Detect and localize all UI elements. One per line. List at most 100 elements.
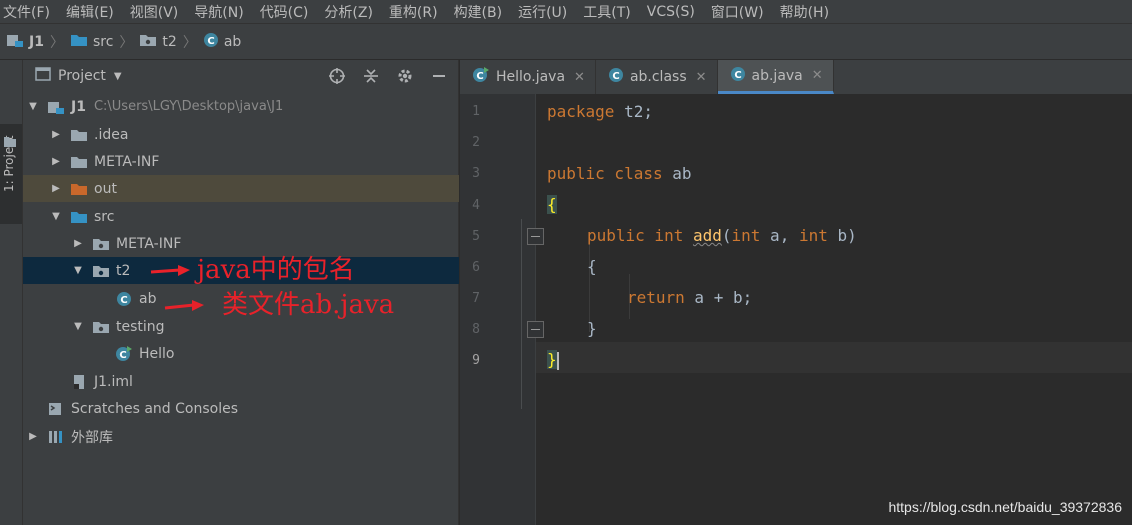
line-number: 8: [472, 322, 480, 337]
project-view-icon: [35, 67, 51, 85]
collapse-all-icon[interactable]: [361, 66, 381, 86]
menu-help[interactable]: 帮助(H): [780, 2, 829, 22]
hide-panel-icon[interactable]: [429, 66, 449, 86]
code-line-3: public class ab: [547, 164, 692, 183]
annotation-package-note: java中的包名: [197, 255, 355, 285]
collapsed-arrow-icon[interactable]: ▶: [50, 156, 62, 167]
code-text: {: [587, 257, 597, 276]
tree-item-label: testing: [116, 318, 165, 335]
tab-hello-java[interactable]: C Hello.java ✕: [460, 60, 596, 94]
expanded-arrow-icon[interactable]: ▼: [27, 101, 39, 112]
code-line-4: {: [547, 195, 557, 214]
tree-item-root[interactable]: ▼ J1 C:\Users\LGY\Desktop\java\J1: [23, 93, 459, 120]
matched-brace: }: [547, 350, 557, 369]
tab-label: Hello.java: [496, 69, 566, 85]
close-icon[interactable]: ✕: [574, 70, 585, 85]
collapsed-arrow-icon[interactable]: ▶: [50, 129, 62, 140]
tree-item-out[interactable]: ▶ out: [23, 175, 459, 202]
menu-view[interactable]: 视图(V): [130, 2, 179, 22]
svg-text:C: C: [612, 71, 619, 82]
collapsed-arrow-icon[interactable]: ▶: [72, 238, 84, 249]
menu-build[interactable]: 构建(B): [454, 2, 503, 22]
svg-text:C: C: [476, 71, 483, 82]
code-area[interactable]: package t2; public class ab { public int…: [536, 94, 1132, 525]
close-icon[interactable]: ✕: [696, 70, 707, 85]
menu-refactor[interactable]: 重构(R): [389, 2, 438, 22]
tree-item-label: META-INF: [94, 153, 160, 170]
tree-item-label: META-INF: [116, 235, 182, 252]
keyword: int: [798, 226, 828, 245]
folder-icon: [70, 154, 88, 170]
menu-code[interactable]: 代码(C): [260, 2, 309, 22]
chevron-down-icon[interactable]: ▼: [114, 71, 122, 82]
project-view-title[interactable]: Project: [58, 68, 106, 84]
code-line-8: }: [587, 319, 597, 338]
gear-icon[interactable]: [395, 66, 415, 86]
menu-edit[interactable]: 编辑(E): [66, 2, 114, 22]
tree-item-label: J1.iml: [94, 373, 133, 390]
fold-guide: [521, 219, 522, 409]
iml-file-icon: [70, 374, 88, 390]
runnable-class-icon: C: [115, 345, 133, 362]
expanded-arrow-icon[interactable]: ▼: [72, 321, 84, 332]
tree-item-label: 外部库: [71, 429, 113, 446]
line-number: 6: [472, 260, 480, 275]
tree-item-iml[interactable]: J1.iml: [23, 368, 459, 395]
class-icon: C: [203, 32, 219, 52]
current-line-highlight: [536, 342, 1132, 373]
tool-window-strip: 1: Project: [0, 60, 23, 525]
tab-ab-java[interactable]: C ab.java ✕: [717, 60, 834, 94]
collapsed-arrow-icon[interactable]: ▶: [27, 431, 39, 442]
line-number: 7: [472, 291, 480, 306]
menu-window[interactable]: 窗口(W): [711, 2, 764, 22]
tree-item-label: t2: [116, 262, 131, 279]
menu-tools[interactable]: 工具(T): [583, 2, 630, 22]
runnable-class-icon: C: [472, 67, 490, 87]
tree-item-idea[interactable]: ▶ .idea: [23, 121, 459, 148]
annotation-class-note: 类文件ab.java: [222, 290, 395, 320]
breadcrumb-package[interactable]: 〉 t2: [113, 32, 176, 52]
close-icon[interactable]: ✕: [812, 68, 823, 83]
menu-navigate[interactable]: 导航(N): [194, 2, 243, 22]
code-line-7: return a + b;: [627, 288, 752, 307]
tab-ab-class[interactable]: C ab.class ✕: [596, 60, 718, 94]
module-icon: [47, 99, 65, 115]
tree-item-label: out: [94, 180, 117, 197]
svg-text:C: C: [119, 350, 126, 361]
code-text: }: [587, 319, 597, 338]
line-number: 4: [472, 198, 480, 213]
package-icon: [139, 33, 157, 51]
package-icon: [92, 319, 110, 335]
tree-item-hello[interactable]: C Hello: [23, 340, 459, 367]
project-panel-header: Project ▼: [23, 60, 459, 92]
keyword: int: [731, 226, 761, 245]
tree-item-meta-inf[interactable]: ▶ META-INF: [23, 148, 459, 175]
menu-file[interactable]: 文件(F): [3, 2, 50, 22]
folder-icon: [70, 127, 88, 143]
tree-item-external-libraries[interactable]: ▶ 外部库: [23, 423, 459, 450]
text-caret: [556, 351, 559, 370]
code-text: (: [721, 226, 732, 245]
locate-icon[interactable]: [327, 66, 347, 86]
collapsed-arrow-icon[interactable]: ▶: [50, 183, 62, 194]
tree-item-label: .idea: [94, 126, 129, 143]
breadcrumb-project[interactable]: J1: [6, 32, 44, 52]
keyword: public int: [587, 226, 684, 245]
svg-text:C: C: [120, 295, 127, 306]
library-icon: [47, 429, 65, 445]
line-number: 9: [472, 353, 480, 368]
tree-root-label: J1: [71, 98, 86, 115]
menu-analyze[interactable]: 分析(Z): [324, 2, 373, 22]
expanded-arrow-icon[interactable]: ▼: [50, 211, 62, 222]
expanded-arrow-icon[interactable]: ▼: [72, 265, 84, 276]
class-icon: C: [730, 66, 746, 86]
breadcrumb-src[interactable]: 〉 src: [44, 32, 113, 52]
breadcrumb-src-label: src: [92, 33, 114, 50]
menu-vcs[interactable]: VCS(S): [647, 4, 695, 20]
code-text: a + b;: [684, 288, 753, 307]
breadcrumb-file[interactable]: 〉 C ab: [177, 32, 241, 52]
menu-run[interactable]: 运行(U): [518, 2, 567, 22]
scratches-icon: [47, 401, 65, 417]
tree-item-src[interactable]: ▼ src: [23, 203, 459, 230]
tree-item-scratches[interactable]: Scratches and Consoles: [23, 395, 459, 422]
